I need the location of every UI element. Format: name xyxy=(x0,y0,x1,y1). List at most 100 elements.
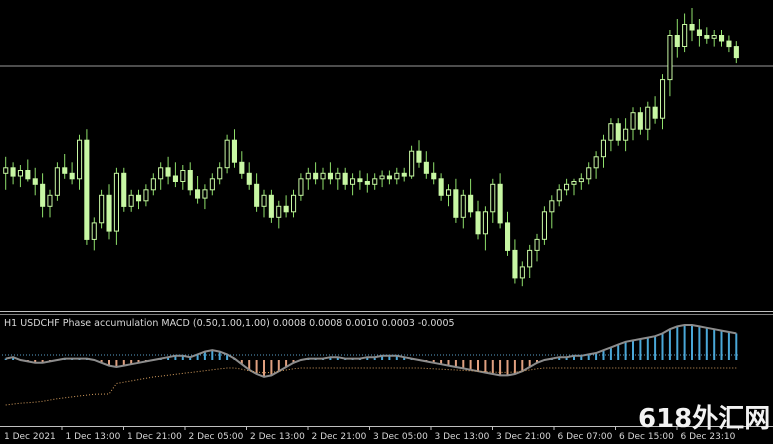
candle-body xyxy=(54,167,60,196)
candle-body xyxy=(217,167,223,180)
candle-body xyxy=(77,139,83,180)
price-chart[interactable]: H1 USDCHF Phase accumulation MACD (0.50,… xyxy=(0,0,773,444)
candle-body xyxy=(475,211,481,235)
candle-body xyxy=(99,194,105,224)
candle-body xyxy=(549,200,555,213)
candle-body xyxy=(696,29,703,36)
candle-body xyxy=(172,175,178,182)
candle-body xyxy=(534,238,540,251)
candle-body xyxy=(239,161,245,174)
candle-body xyxy=(733,46,739,59)
candle-body xyxy=(69,172,75,180)
candle[interactable] xyxy=(224,134,230,174)
candle-body xyxy=(305,172,311,180)
candle-body xyxy=(637,112,643,130)
candle-body xyxy=(593,156,599,169)
candle-body xyxy=(446,189,452,196)
candle-body xyxy=(645,106,651,130)
candle-body xyxy=(527,249,533,268)
candle-body xyxy=(246,172,252,185)
candle-body xyxy=(652,106,658,119)
candle-body xyxy=(586,167,592,180)
x-tick-label: 6 Dec 07:00 xyxy=(558,432,613,442)
candle-body xyxy=(195,189,201,199)
candle-body xyxy=(711,35,717,39)
x-tick-label: 3 Dec 13:00 xyxy=(435,432,490,442)
candle-body xyxy=(121,172,127,207)
indicator-label: H1 USDCHF Phase accumulation MACD (0.50,… xyxy=(4,318,455,329)
candle-body xyxy=(268,194,274,218)
candle-body xyxy=(209,178,215,191)
candle-body xyxy=(379,175,385,180)
candle-body xyxy=(726,40,732,48)
candle-body xyxy=(158,167,164,180)
candle-body xyxy=(327,172,333,180)
candle-body xyxy=(136,194,142,202)
candle[interactable] xyxy=(121,167,127,212)
candle-body xyxy=(541,211,548,240)
candle-body xyxy=(335,172,341,180)
x-tick-label: 2 Dec 05:00 xyxy=(189,432,244,442)
candle-body xyxy=(25,170,31,180)
candle-body xyxy=(409,150,415,177)
candle-body xyxy=(564,183,570,191)
candle-body xyxy=(423,161,429,174)
candle-body xyxy=(350,178,356,185)
candle-body xyxy=(298,178,304,196)
candle-body xyxy=(47,194,53,207)
candle-body xyxy=(600,139,607,158)
candle-body xyxy=(364,181,370,185)
candle-body xyxy=(630,112,636,130)
candle[interactable] xyxy=(54,162,60,201)
candle-body xyxy=(667,35,673,81)
candle-body xyxy=(416,150,422,163)
candle-body xyxy=(386,175,392,180)
candle-body xyxy=(674,35,680,47)
candle[interactable] xyxy=(99,189,105,229)
candle-body xyxy=(91,222,97,240)
candle-body xyxy=(261,194,267,207)
candle-body xyxy=(497,183,503,224)
candle-body xyxy=(660,79,666,119)
candle-body xyxy=(283,205,289,213)
candle-body xyxy=(519,266,525,279)
candle-body xyxy=(150,178,156,191)
candle-body xyxy=(394,172,400,180)
watermark-text: 618外汇网 xyxy=(638,404,770,434)
candle-body xyxy=(17,170,23,177)
candle-body xyxy=(689,24,695,31)
candle-body xyxy=(40,183,46,207)
candle-body xyxy=(224,139,230,169)
candle-body xyxy=(431,172,437,180)
candle-body xyxy=(106,194,112,232)
candle-body xyxy=(401,172,407,177)
candle[interactable] xyxy=(541,206,548,245)
candle-body xyxy=(143,189,149,202)
candle-body xyxy=(342,172,348,185)
candle-body xyxy=(372,178,378,185)
candle-body xyxy=(357,178,363,183)
x-tick-label: 1 Dec 2021 xyxy=(4,432,56,442)
candle-body xyxy=(490,183,496,213)
candle-body xyxy=(482,211,488,235)
candle-body xyxy=(556,189,562,202)
candle-body xyxy=(468,194,474,213)
candle-body xyxy=(460,194,466,218)
x-tick-label: 3 Dec 05:00 xyxy=(373,432,428,442)
candle-body xyxy=(291,194,297,213)
x-tick-label: 1 Dec 21:00 xyxy=(127,432,182,442)
candle-body xyxy=(3,167,9,174)
candle-body xyxy=(62,167,68,174)
candle-body xyxy=(453,189,459,218)
x-tick-label: 1 Dec 13:00 xyxy=(66,432,121,442)
candle[interactable] xyxy=(84,129,90,245)
x-tick-label: 2 Dec 21:00 xyxy=(312,432,367,442)
candle-body xyxy=(615,123,621,141)
candle-body xyxy=(623,128,629,141)
candle-body xyxy=(704,35,710,39)
candle-body xyxy=(202,189,208,199)
candle-body xyxy=(113,172,120,232)
candle-body xyxy=(10,167,16,177)
candle-body xyxy=(682,24,688,47)
candle-body xyxy=(180,170,186,182)
